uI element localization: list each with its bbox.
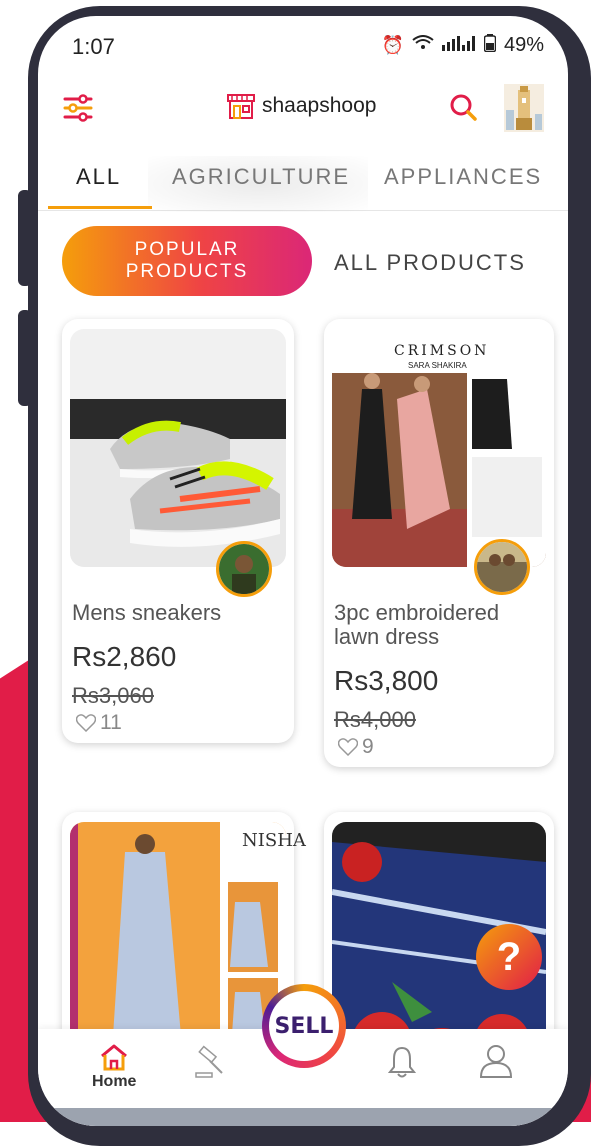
nav-home[interactable]: Home bbox=[92, 1043, 136, 1091]
heart-icon bbox=[338, 738, 358, 756]
filter-icon[interactable] bbox=[62, 92, 94, 124]
battery-percent: 49% bbox=[503, 34, 544, 56]
status-icons: ⏰ 49% bbox=[382, 34, 544, 57]
bell-icon bbox=[388, 1046, 416, 1078]
alarm-icon: ⏰ bbox=[381, 35, 404, 55]
popular-products-toggle[interactable]: POPULAR PRODUCTS bbox=[62, 226, 312, 296]
help-label: ? bbox=[496, 934, 522, 979]
sell-label: SELL bbox=[269, 991, 339, 1061]
product-card[interactable]: Mens sneakers Rs2,860 Rs3,060 11 bbox=[62, 319, 294, 743]
popular-products-label: POPULAR PRODUCTS bbox=[125, 239, 249, 282]
tab-agriculture[interactable]: AGRICULTURE bbox=[172, 164, 350, 190]
product-image bbox=[70, 329, 286, 567]
product-likes[interactable]: 9 bbox=[338, 735, 374, 759]
category-tabs: ALL AGRICULTURE APPLIANCES bbox=[38, 156, 568, 212]
all-products-toggle[interactable]: ALL PRODUCTS bbox=[334, 250, 526, 276]
status-bar: 1:07 ⏰ 49% bbox=[38, 16, 568, 72]
seller-avatar[interactable] bbox=[216, 541, 272, 597]
product-title: 3pc embroidered lawn dress bbox=[334, 600, 500, 649]
product-title: Mens sneakers bbox=[72, 600, 222, 625]
product-old-price: Rs4,000 bbox=[334, 707, 416, 732]
app-screen: 1:07 ⏰ 49% shaapshoop ALL AGRICULTURE AP… bbox=[38, 16, 568, 1126]
image-brand-crimson: CRIMSON bbox=[394, 343, 490, 359]
shop-logo-icon bbox=[227, 94, 255, 119]
app-header: shaapshoop bbox=[38, 84, 568, 134]
status-time: 1:07 bbox=[72, 34, 115, 59]
battery-icon bbox=[483, 34, 497, 57]
likes-count: 9 bbox=[362, 735, 374, 758]
logo-text: shaapshoop bbox=[262, 94, 377, 117]
user-icon bbox=[479, 1045, 513, 1078]
nav-home-label: Home bbox=[92, 1073, 137, 1090]
tab-all[interactable]: ALL bbox=[76, 164, 121, 190]
product-price: Rs3,800 bbox=[334, 665, 439, 696]
heart-icon bbox=[76, 714, 96, 732]
search-icon[interactable] bbox=[446, 90, 480, 124]
bottom-system-bar bbox=[38, 1108, 568, 1126]
gavel-icon bbox=[195, 1045, 223, 1078]
app-logo: shaapshoop bbox=[226, 92, 376, 120]
wifi-icon bbox=[412, 35, 434, 56]
seller-avatar[interactable] bbox=[474, 539, 530, 595]
active-tab-indicator bbox=[48, 206, 152, 209]
image-brand-sub: SARA SHAKIRA bbox=[408, 361, 467, 370]
nav-profile[interactable] bbox=[478, 1043, 514, 1079]
product-card[interactable]: CRIMSON SARA SHAKIRA 3pc embroidered law… bbox=[324, 319, 554, 767]
product-old-price: Rs3,060 bbox=[72, 683, 154, 708]
product-likes[interactable]: 11 bbox=[76, 711, 122, 735]
image-brand-nisha: NISHA bbox=[242, 830, 306, 851]
profile-avatar[interactable] bbox=[504, 84, 544, 132]
tab-appliances[interactable]: APPLIANCES bbox=[384, 164, 542, 190]
product-price: Rs2,860 bbox=[72, 641, 177, 672]
likes-count: 11 bbox=[100, 711, 122, 734]
nav-notifications[interactable] bbox=[388, 1045, 416, 1079]
home-icon bbox=[101, 1044, 128, 1071]
sell-button[interactable]: SELL bbox=[262, 984, 346, 1068]
signal-icon bbox=[441, 35, 476, 56]
help-button[interactable]: ? bbox=[476, 924, 542, 990]
nav-auction[interactable] bbox=[194, 1045, 228, 1079]
sneaker-photo bbox=[70, 329, 286, 567]
